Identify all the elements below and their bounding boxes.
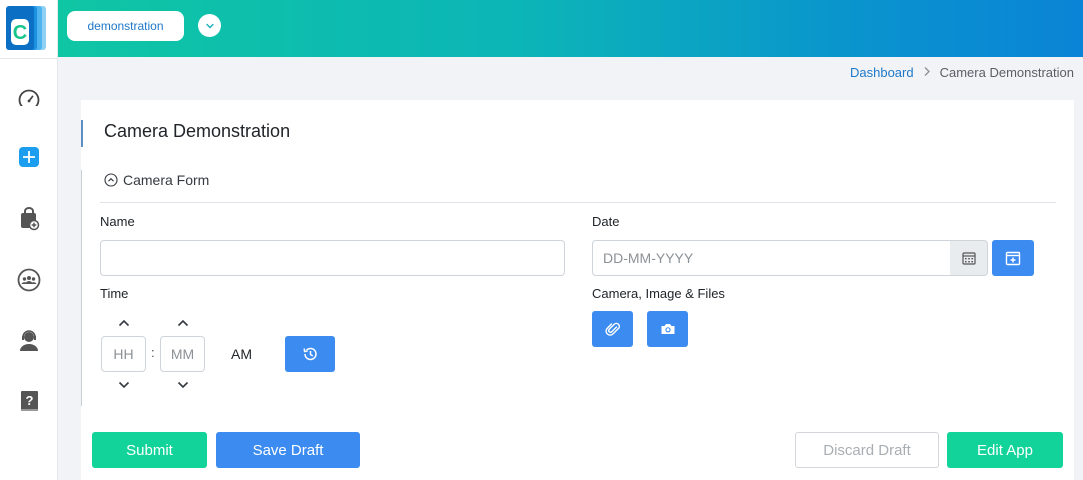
sidebar: C ?	[0, 0, 58, 480]
section-divider	[100, 202, 1056, 203]
camera-capture-button[interactable]	[647, 311, 688, 347]
edit-app-button[interactable]: Edit App	[947, 432, 1063, 468]
chevron-down-icon	[205, 23, 214, 28]
hour-decrement-button[interactable]	[114, 378, 134, 392]
form-card: Camera Demonstration Camera Form Name Da…	[81, 100, 1074, 480]
top-header: demonstration	[58, 0, 1083, 57]
help-book-icon[interactable]: ?	[16, 388, 42, 414]
attach-file-button[interactable]	[592, 311, 633, 347]
calendar-picker-button[interactable]	[950, 240, 988, 276]
history-clock-icon	[303, 347, 317, 361]
hour-input[interactable]	[101, 336, 146, 372]
breadcrumb-current: Camera Demonstration	[939, 65, 1074, 80]
camera-icon	[661, 324, 674, 334]
svg-text:C: C	[13, 22, 27, 44]
section-accent-bar	[81, 170, 82, 406]
discard-draft-button[interactable]: Discard Draft	[795, 432, 939, 468]
chevron-up-icon	[177, 319, 189, 327]
meridian-toggle[interactable]: AM	[231, 346, 252, 362]
plus-square-icon[interactable]	[16, 144, 42, 170]
time-label: Time	[100, 286, 129, 301]
calendar-plus-icon	[1005, 251, 1021, 266]
time-separator: :	[151, 345, 155, 360]
hour-increment-button[interactable]	[114, 316, 134, 330]
chevron-up-circle-icon	[104, 173, 118, 187]
chevron-up-icon	[118, 319, 130, 327]
app-selector-button[interactable]: demonstration	[67, 11, 184, 41]
speedometer-icon[interactable]	[16, 86, 42, 112]
minute-decrement-button[interactable]	[173, 378, 193, 392]
minute-increment-button[interactable]	[173, 316, 193, 330]
calendar-icon	[961, 252, 976, 265]
app-logo[interactable]: C	[6, 5, 48, 51]
title-accent-bar	[81, 120, 83, 147]
page-title: Camera Demonstration	[104, 121, 291, 141]
section-title: Camera Form	[123, 172, 210, 188]
today-date-button[interactable]	[992, 240, 1034, 276]
chevron-down-icon	[177, 381, 189, 389]
app-dropdown-button[interactable]	[198, 14, 221, 37]
date-label: Date	[592, 214, 620, 229]
current-time-button[interactable]	[285, 336, 335, 372]
sidebar-divider	[0, 58, 58, 59]
minute-input[interactable]	[160, 336, 205, 372]
people-icon[interactable]	[16, 267, 42, 293]
chevron-right-icon	[923, 65, 931, 80]
svg-text:?: ?	[26, 393, 34, 408]
bag-plus-icon[interactable]	[16, 206, 42, 232]
date-input[interactable]	[592, 240, 951, 276]
name-input[interactable]	[100, 240, 565, 276]
headset-user-icon[interactable]	[16, 328, 42, 354]
section-toggle[interactable]: Camera Form	[104, 172, 209, 188]
breadcrumb-dashboard-link[interactable]: Dashboard	[850, 65, 914, 80]
save-draft-button[interactable]: Save Draft	[216, 432, 360, 468]
chevron-down-icon	[118, 381, 130, 389]
paperclip-icon	[604, 322, 620, 336]
attachments-label: Camera, Image & Files	[592, 286, 725, 301]
name-label: Name	[100, 214, 135, 229]
breadcrumb: Dashboard Camera Demonstration	[850, 65, 1074, 80]
submit-button[interactable]: Submit	[92, 432, 207, 468]
